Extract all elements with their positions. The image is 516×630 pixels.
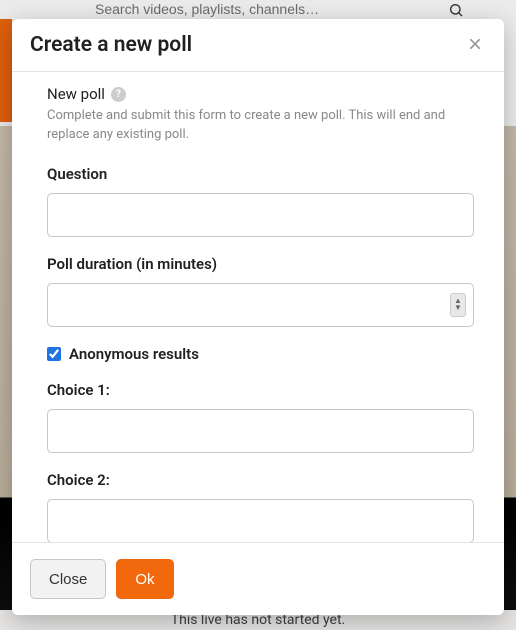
question-input[interactable] (47, 193, 474, 237)
help-icon[interactable]: ? (111, 87, 126, 102)
modal-header: Create a new poll × (12, 19, 504, 72)
create-poll-modal: Create a new poll × New poll ? Complete … (12, 19, 504, 615)
new-poll-description: Complete and submit this form to create … (47, 107, 474, 145)
anonymous-checkbox[interactable] (47, 347, 61, 361)
close-icon[interactable]: × (464, 33, 486, 57)
modal-footer: Close Ok (12, 542, 504, 615)
duration-input[interactable] (47, 283, 474, 327)
choice2-label: Choice 2: (47, 471, 474, 489)
choice1-label: Choice 1: (47, 381, 474, 399)
new-poll-label-text: New poll (47, 85, 105, 103)
choice1-input[interactable] (47, 409, 474, 453)
choice2-input[interactable] (47, 499, 474, 542)
duration-group: Poll duration (in minutes) ▲ ▼ (47, 255, 474, 327)
anonymous-row: Anonymous results (47, 345, 474, 363)
question-group: Question (47, 165, 474, 237)
choice1-group: Choice 1: (47, 381, 474, 453)
new-poll-label: New poll ? (47, 85, 126, 103)
choice2-group: Choice 2: (47, 471, 474, 542)
duration-label: Poll duration (in minutes) (47, 255, 474, 273)
modal-title: Create a new poll (30, 33, 192, 57)
duration-stepper[interactable]: ▲ ▼ (450, 293, 466, 317)
duration-wrap: ▲ ▼ (47, 283, 474, 327)
close-button[interactable]: Close (30, 559, 106, 599)
ok-button[interactable]: Ok (116, 559, 173, 599)
question-label: Question (47, 165, 474, 183)
chevron-down-icon: ▼ (454, 305, 462, 311)
modal-body: New poll ? Complete and submit this form… (12, 72, 504, 542)
anonymous-label: Anonymous results (69, 345, 199, 363)
